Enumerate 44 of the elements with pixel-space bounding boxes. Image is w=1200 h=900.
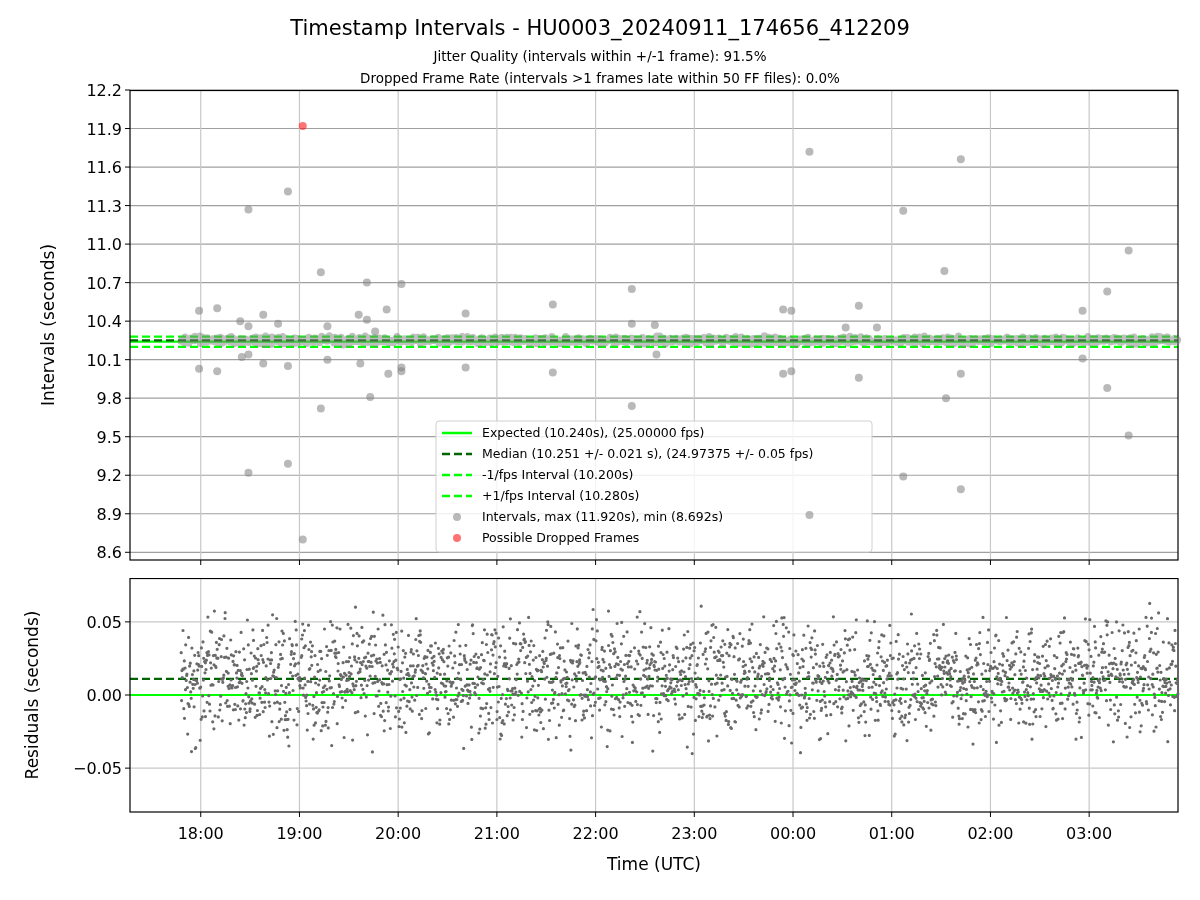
x-tick-label: 02:00 <box>967 824 1014 843</box>
legend-marker-icon <box>453 513 461 521</box>
legend-label: -1/fps Interval (10.200s) <box>482 467 634 482</box>
legend-label: Possible Dropped Frames <box>482 530 640 545</box>
y-tick-label: 0.05 <box>86 612 122 632</box>
y-tick-label: 9.2 <box>96 466 122 486</box>
x-tick-label: 19:00 <box>276 824 323 843</box>
y-tick-label: 11.6 <box>86 158 122 178</box>
legend-line-icon <box>442 473 472 477</box>
figure-subtitle: Jitter Quality (intervals within +/-1 frame): 91.5% <box>433 47 767 66</box>
y-tick-label: 11.3 <box>86 196 122 216</box>
figure-title: Timestamp Intervals - HU0003_20240911_174656_412209 <box>290 15 910 42</box>
legend-line-icon <box>442 452 472 456</box>
y-tick-label: 9.8 <box>96 389 122 409</box>
x-tick-label: 00:00 <box>769 824 817 843</box>
y-tick-label: −0.05 <box>72 759 122 779</box>
y-tick-label: 11.0 <box>86 235 122 255</box>
x-tick-label: 01:00 <box>868 824 915 843</box>
x-tick-label: 03:00 <box>1066 824 1113 843</box>
x-tick-label: 18:00 <box>177 824 224 843</box>
x-tick-label: 21:00 <box>473 824 520 843</box>
y-axis-label: Residuals (seconds) <box>22 610 42 780</box>
x-tick-label: 22:00 <box>572 824 619 843</box>
y-axis-label: Intervals (seconds) <box>38 243 58 407</box>
figure-subtitle: Dropped Frame Rate (intervals >1 frames late within 50 FF files): 0.0% <box>360 69 840 88</box>
legend-label: Expected (10.240s), (25.00000 fps) <box>482 425 705 440</box>
x-tick-label: 20:00 <box>375 824 422 843</box>
y-tick-label: 10.4 <box>86 312 122 332</box>
y-tick-label: 10.7 <box>86 273 122 293</box>
y-tick-label: 10.1 <box>86 350 122 370</box>
legend-line-icon <box>442 431 472 435</box>
legend-label: Median (10.251 +/- 0.021 s), (24.97375 +/- 0.05 fps) <box>482 446 814 461</box>
legend-marker-icon <box>453 534 461 542</box>
legend-label: Intervals, max (11.920s), min (8.692s) <box>482 509 724 524</box>
legend-label: +1/fps Interval (10.280s) <box>482 488 640 503</box>
y-tick-label: 8.9 <box>96 504 122 524</box>
y-tick-label: 8.6 <box>96 543 122 563</box>
y-tick-label: 9.5 <box>96 427 122 447</box>
x-axis-label: Time (UTC) <box>607 854 701 874</box>
x-tick-label: 23:00 <box>671 824 718 843</box>
y-tick-label: 0.00 <box>86 686 122 705</box>
y-tick-label: 11.9 <box>86 119 122 139</box>
y-tick-label: 12.2 <box>86 81 122 100</box>
legend-line-icon <box>442 494 472 498</box>
